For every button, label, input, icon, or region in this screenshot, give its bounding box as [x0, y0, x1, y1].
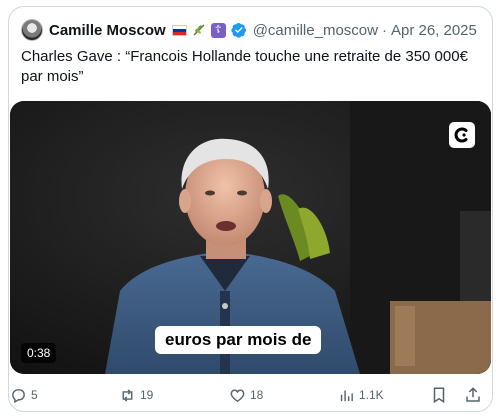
video-caption: euros par mois de — [155, 326, 322, 354]
video-duration: 0:38 — [21, 343, 57, 363]
video-player[interactable]: euros par mois de 0:38 — [10, 101, 491, 374]
like-count: 18 — [250, 388, 264, 402]
views-button[interactable]: 1.1K — [338, 385, 384, 405]
separator-dot: · — [381, 21, 387, 39]
reply-button[interactable]: 5 — [10, 385, 38, 405]
author-display-name[interactable]: Camille Moscow — [49, 22, 166, 39]
heart-icon — [230, 388, 245, 402]
verified-icon — [231, 23, 246, 38]
sprig-icon — [193, 24, 205, 36]
russia-flag-icon — [171, 24, 187, 36]
reply-icon — [12, 388, 25, 403]
share-icon[interactable] — [464, 386, 482, 404]
reply-count: 5 — [31, 388, 38, 402]
views-chart-icon — [340, 390, 353, 401]
repost-icon — [122, 388, 133, 402]
tweet-header: Camille Moscow ☦ @camille_moscow · Apr 2… — [21, 19, 477, 41]
avatar[interactable] — [21, 19, 43, 41]
c-logo-icon — [449, 122, 475, 148]
action-bar: 5 19 18 1.1K — [9, 385, 492, 405]
views-count: 1.1K — [359, 388, 384, 402]
tweet-card[interactable]: Camille Moscow ☦ @camille_moscow · Apr 2… — [8, 6, 493, 412]
tweet-text: Charles Gave : “Francois Hollande touche… — [21, 48, 468, 85]
bookmark-icon[interactable] — [430, 386, 448, 404]
like-button[interactable]: 18 — [229, 385, 263, 405]
author-handle[interactable]: @camille_moscow — [253, 22, 378, 39]
orthodox-cross-icon: ☦ — [210, 22, 226, 38]
tweet-date[interactable]: Apr 26, 2025 — [391, 22, 477, 39]
repost-button[interactable]: 19 — [119, 385, 153, 405]
repost-count: 19 — [140, 388, 154, 402]
